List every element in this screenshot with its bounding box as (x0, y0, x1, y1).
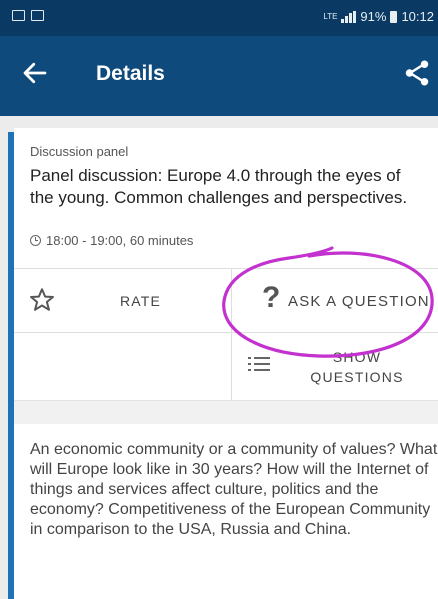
question-mark-icon: ? (262, 281, 281, 314)
status-indicators: LTE 91% 10:12 (323, 9, 434, 24)
ask-question-button[interactable]: ? ASK A QUESTION (232, 269, 438, 333)
session-time-row: 18:00 - 19:00, 60 minutes (30, 233, 193, 248)
clock-time: 10:12 (401, 9, 434, 24)
action-grid: RATE ? ASK A QUESTION SHOW QUESTIONS (14, 268, 438, 401)
session-card: Discussion panel Panel discussion: Europ… (14, 128, 438, 599)
details-content[interactable]: Discussion panel Panel discussion: Europ… (0, 116, 438, 599)
ask-question-label: ASK A QUESTION (288, 293, 430, 310)
section-divider (14, 400, 438, 424)
show-questions-button[interactable]: SHOW QUESTIONS (232, 333, 438, 401)
share-icon[interactable] (402, 58, 432, 88)
image-notification-icon (31, 10, 44, 21)
battery-percent: 91% (360, 9, 387, 24)
empty-action-cell (14, 333, 232, 401)
network-type: LTE (323, 11, 338, 21)
back-arrow-icon[interactable] (20, 58, 50, 88)
star-icon (30, 288, 54, 311)
image-notification-icon (12, 10, 25, 21)
rate-label: RATE (120, 293, 162, 309)
status-bar: LTE 91% 10:12 (0, 0, 438, 36)
signal-icon (341, 10, 357, 23)
session-category: Discussion panel (30, 144, 129, 159)
show-questions-label-line2: QUESTIONS (310, 369, 404, 385)
rate-button[interactable]: RATE (14, 269, 232, 333)
session-description: An economic community or a community of … (30, 441, 438, 538)
session-time: 18:00 - 19:00, 60 minutes (46, 233, 194, 248)
show-questions-label: SHOW QUESTIONS (302, 347, 412, 387)
session-title: Panel discussion: Europe 4.0 through the… (30, 166, 408, 207)
notification-icons (12, 10, 44, 21)
app-bar: Details (0, 36, 438, 116)
list-icon (248, 357, 270, 371)
show-questions-label-line1: SHOW (332, 349, 382, 365)
page-title: Details (96, 62, 165, 85)
clock-icon (30, 235, 41, 246)
battery-icon (390, 10, 398, 23)
